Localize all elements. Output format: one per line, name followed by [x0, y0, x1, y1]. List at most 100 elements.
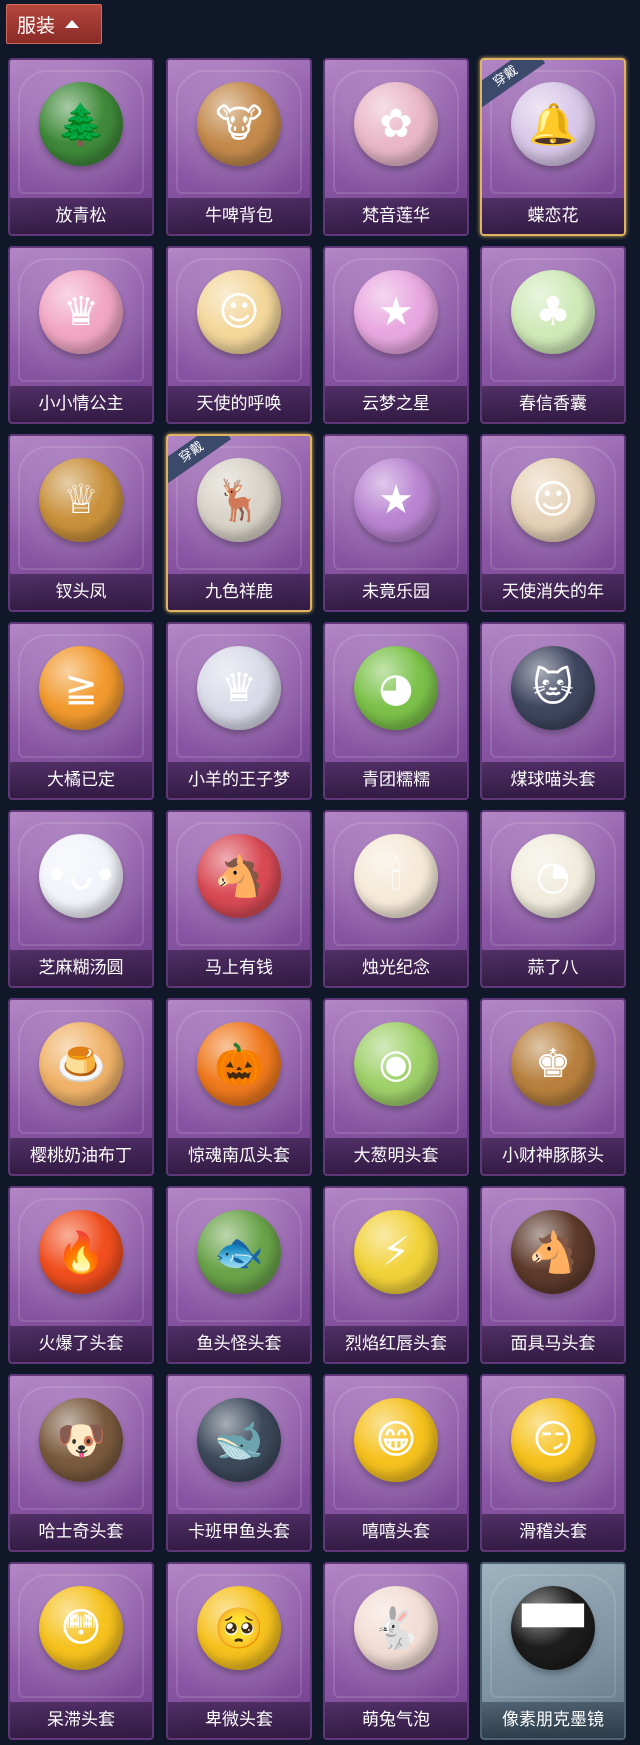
costume-card-label: 九色祥鹿 [168, 574, 310, 610]
costume-card[interactable]: •ᴗ• 芝麻糊汤圆 [8, 810, 154, 988]
costume-card-label: 春信香囊 [482, 386, 624, 422]
costume-card[interactable]: ▀▀ 像素朋克墨镜 [480, 1562, 626, 1740]
costume-card[interactable]: ◉ 大葱明头套 [323, 998, 469, 1176]
costume-card-label: 烛光纪念 [325, 950, 467, 986]
garlic-icon: ◔ [511, 834, 595, 918]
costume-card[interactable]: ♛ 小小情公主 [8, 246, 154, 424]
scent-pouch-icon: ♣ [511, 270, 595, 354]
costume-card-label: 烈焰红唇头套 [325, 1326, 467, 1362]
capybara-god-icon: ♚ [511, 1022, 595, 1106]
costume-card-label: 大橘已定 [10, 762, 152, 798]
costume-card[interactable]: ★ 未竟乐园 [323, 434, 469, 612]
costume-card-label: 小小情公主 [10, 386, 152, 422]
costume-card[interactable]: ♕ 钗头凤 [8, 434, 154, 612]
red-horse-icon: 🐴 [197, 834, 281, 918]
butterfly-bell-icon: 🔔 [511, 82, 595, 166]
costume-card[interactable]: 🥺 卑微头套 [166, 1562, 312, 1740]
costume-card-label: 牛啤背包 [168, 198, 310, 234]
costume-card[interactable]: 🐴 马上有钱 [166, 810, 312, 988]
costume-card[interactable]: 🐶 哈士奇头套 [8, 1374, 154, 1552]
costume-card[interactable]: 🐋 卡班甲鱼头套 [166, 1374, 312, 1552]
costume-card-label: 梵音莲华 [325, 198, 467, 234]
costume-card[interactable]: ☺ 天使消失的年 [480, 434, 626, 612]
costume-card[interactable]: 🐱 煤球喵头套 [480, 622, 626, 800]
costume-card[interactable]: ☺ 天使的呼唤 [166, 246, 312, 424]
costume-grid: 🌲 放青松 🐮 牛啤背包 ✿ 梵音莲华 🔔 穿戴 蝶恋花 ♛ 小小情公主 ☺ 天使的呼唤 ★ 云梦之星 ♣ 春信… [0, 0, 640, 1745]
costume-card[interactable]: 🎃 惊魂南瓜头套 [166, 998, 312, 1176]
funny-emoji-icon: 😏 [511, 1398, 595, 1482]
fish-head-icon: 🐟 [197, 1210, 281, 1294]
costume-card[interactable]: 🌲 放青松 [8, 58, 154, 236]
costume-card[interactable]: 🔔 穿戴 蝶恋花 [480, 58, 626, 236]
costume-card[interactable]: ♚ 小财神豚豚头 [480, 998, 626, 1176]
costume-card-label: 芝麻糊汤圆 [10, 950, 152, 986]
costume-card-label: 哈士奇头套 [10, 1514, 152, 1550]
deer-icon: 🦌 [197, 458, 281, 542]
costume-card[interactable]: 🕯 烛光纪念 [323, 810, 469, 988]
yellow-mouse-icon: ⚡ [354, 1210, 438, 1294]
costume-card-label: 樱桃奶油布丁 [10, 1138, 152, 1174]
costume-card-label: 惊魂南瓜头套 [168, 1138, 310, 1174]
costume-card[interactable]: ≧ 大橘已定 [8, 622, 154, 800]
husky-icon: 🐶 [39, 1398, 123, 1482]
costume-card-label: 天使消失的年 [482, 574, 624, 610]
costume-card[interactable]: 🐟 鱼头怪头套 [166, 1186, 312, 1364]
fire-face-icon: 🔥 [39, 1210, 123, 1294]
phoenix-crown-icon: ♕ [39, 458, 123, 542]
costume-card-label: 卑微头套 [168, 1702, 310, 1738]
horse-mask-icon: 🐴 [511, 1210, 595, 1294]
costume-card[interactable]: 🔥 火爆了头套 [8, 1186, 154, 1364]
costume-card-label: 放青松 [10, 198, 152, 234]
costume-card[interactable]: 🍮 樱桃奶油布丁 [8, 998, 154, 1176]
costume-card[interactable]: ⚡ 烈焰红唇头套 [323, 1186, 469, 1364]
scallion-icon: ◉ [354, 1022, 438, 1106]
costume-card[interactable]: 😳 呆滞头套 [8, 1562, 154, 1740]
costume-card-label: 小财神豚豚头 [482, 1138, 624, 1174]
costume-card[interactable]: ♛ 小羊的王子梦 [166, 622, 312, 800]
costume-card-label: 滑稽头套 [482, 1514, 624, 1550]
costume-card-label: 蝶恋花 [482, 198, 624, 234]
orange-face-icon: ≧ [39, 646, 123, 730]
sheep-prince-icon: ♛ [197, 646, 281, 730]
princess-icon: ♛ [39, 270, 123, 354]
costume-card-label: 蒜了八 [482, 950, 624, 986]
dazed-emoji-icon: 😳 [39, 1586, 123, 1670]
angel-icon: ☺ [197, 270, 281, 354]
costume-card-label: 天使的呼唤 [168, 386, 310, 422]
costume-card[interactable]: ✿ 梵音莲华 [323, 58, 469, 236]
costume-card-label: 像素朋克墨镜 [482, 1702, 624, 1738]
costume-card[interactable]: ◔ 蒜了八 [480, 810, 626, 988]
costume-card-label: 钗头凤 [10, 574, 152, 610]
costume-card-label: 小羊的王子梦 [168, 762, 310, 798]
costume-card[interactable]: 😏 滑稽头套 [480, 1374, 626, 1552]
costume-card-label: 嘻嘻头套 [325, 1514, 467, 1550]
costume-card-label: 呆滞头套 [10, 1702, 152, 1738]
costume-card-label: 青团糯糯 [325, 762, 467, 798]
costume-card[interactable]: 🐮 牛啤背包 [166, 58, 312, 236]
pumpkin-icon: 🎃 [197, 1022, 281, 1106]
unicorn-cloud-icon: ★ [354, 270, 438, 354]
costume-card[interactable]: 🐇 萌兔气泡 [323, 1562, 469, 1740]
green-dumpling-icon: ◕ [354, 646, 438, 730]
cow-beer-backpack-icon: 🐮 [197, 82, 281, 166]
candle-icon: 🕯 [354, 834, 438, 918]
humble-emoji-icon: 🥺 [197, 1586, 281, 1670]
costume-card[interactable]: 🦌 穿戴 九色祥鹿 [166, 434, 312, 612]
costume-card[interactable]: 🐴 面具马头套 [480, 1186, 626, 1364]
costume-card-label: 鱼头怪头套 [168, 1326, 310, 1362]
grin-emoji-icon: 😁 [354, 1398, 438, 1482]
pixel-sunglasses-icon: ▀▀ [511, 1586, 595, 1670]
veiled-angel-icon: ☺ [511, 458, 595, 542]
pudding-icon: 🍮 [39, 1022, 123, 1106]
black-cat-icon: 🐱 [511, 646, 595, 730]
costume-card-label: 大葱明头套 [325, 1138, 467, 1174]
costume-card[interactable]: ★ 云梦之星 [323, 246, 469, 424]
costume-card-label: 未竟乐园 [325, 574, 467, 610]
costume-card-label: 萌兔气泡 [325, 1702, 467, 1738]
costume-card[interactable]: ♣ 春信香囊 [480, 246, 626, 424]
pine-bonsai-icon: 🌲 [39, 82, 123, 166]
costume-card[interactable]: ◕ 青团糯糯 [323, 622, 469, 800]
costume-card-label: 煤球喵头套 [482, 762, 624, 798]
whale-icon: 🐋 [197, 1398, 281, 1482]
costume-card[interactable]: 😁 嘻嘻头套 [323, 1374, 469, 1552]
